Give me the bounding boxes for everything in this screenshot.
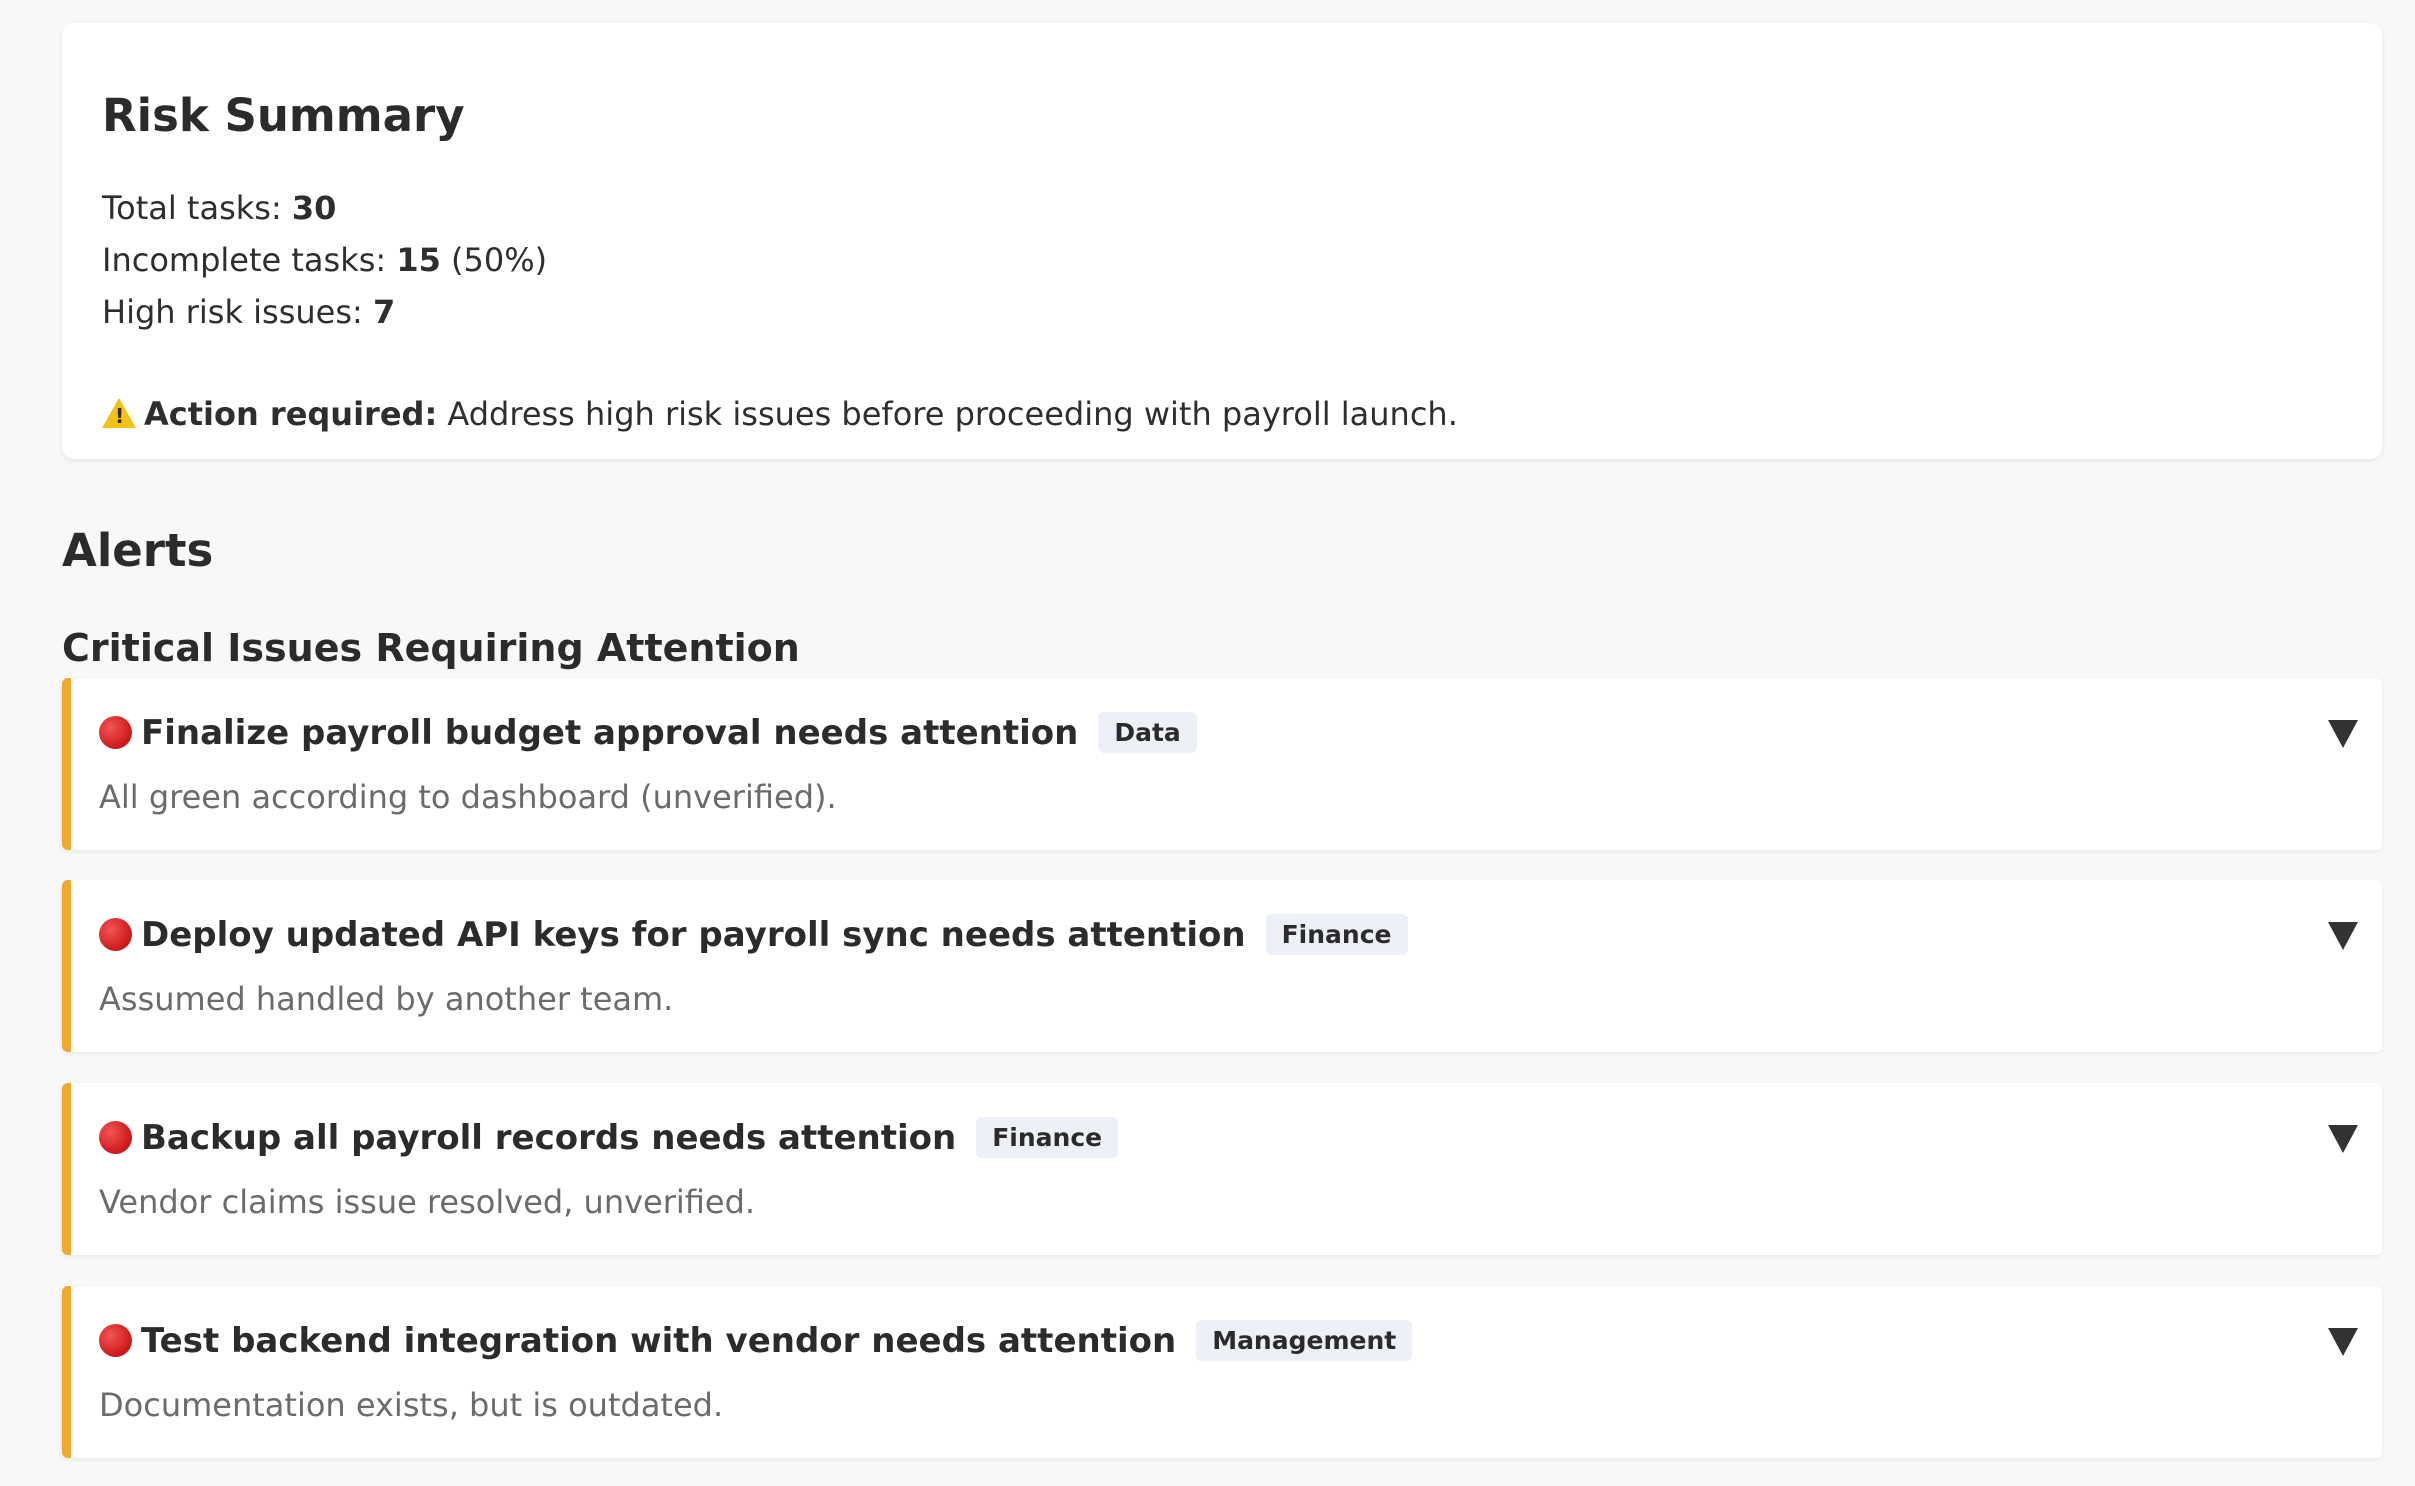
chevron-down-icon[interactable] xyxy=(2328,1125,2358,1153)
alert-header: Backup all payroll records needs attenti… xyxy=(99,1117,1119,1158)
alert-tag-badge: Finance xyxy=(1265,914,1408,955)
red-circle-icon xyxy=(99,1121,132,1154)
alert-card[interactable]: Backup all payroll records needs attenti… xyxy=(62,1083,2382,1255)
chevron-down-icon[interactable] xyxy=(2328,1328,2358,1356)
risk-summary-title: Risk Summary xyxy=(102,89,465,142)
page: Risk Summary Total tasks: 30 Incomplete … xyxy=(0,0,2415,1486)
total-tasks-value: 30 xyxy=(291,189,337,227)
alert-tag-badge: Management xyxy=(1196,1320,1413,1361)
high-risk-label: High risk issues: xyxy=(102,293,373,331)
alert-card[interactable]: Test backend integration with vendor nee… xyxy=(62,1286,2382,1458)
chevron-down-icon[interactable] xyxy=(2328,720,2358,748)
alert-description: All green according to dashboard (unveri… xyxy=(99,778,837,816)
incomplete-tasks-label: Incomplete tasks: xyxy=(102,241,397,279)
total-tasks-label: Total tasks: xyxy=(102,189,292,227)
alert-header: Finalize payroll budget approval needs a… xyxy=(99,712,1197,753)
action-required-label: Action required: xyxy=(144,395,438,433)
chevron-down-icon[interactable] xyxy=(2328,922,2358,950)
risk-summary-card: Risk Summary Total tasks: 30 Incomplete … xyxy=(62,23,2382,459)
incomplete-tasks-value: 15 xyxy=(396,241,441,279)
alert-title: Finalize payroll budget approval needs a… xyxy=(141,712,1079,753)
red-circle-icon xyxy=(99,716,132,749)
alert-tag-badge: Data xyxy=(1098,712,1197,753)
alert-card[interactable]: Deploy updated API keys for payroll sync… xyxy=(62,880,2382,1052)
high-risk-value: 7 xyxy=(372,293,396,331)
alert-card[interactable]: Finalize payroll budget approval needs a… xyxy=(62,678,2382,850)
alert-header: Deploy updated API keys for payroll sync… xyxy=(99,914,1408,955)
action-required-notice: Action required: Address high risk issue… xyxy=(102,395,1458,433)
alert-title: Deploy updated API keys for payroll sync… xyxy=(141,914,1246,955)
alert-tag-badge: Finance xyxy=(976,1117,1119,1158)
alert-title: Backup all payroll records needs attenti… xyxy=(141,1117,957,1158)
alert-title: Test backend integration with vendor nee… xyxy=(141,1320,1177,1361)
total-tasks-stat: Total tasks: 30 xyxy=(102,189,336,227)
alert-header: Test backend integration with vendor nee… xyxy=(99,1320,1413,1361)
critical-issues-heading: Critical Issues Requiring Attention xyxy=(62,626,800,670)
high-risk-stat: High risk issues: 7 xyxy=(102,293,395,331)
warning-icon xyxy=(102,398,136,428)
action-required-text: Address high risk issues before proceedi… xyxy=(437,395,1458,433)
alert-description: Documentation exists, but is outdated. xyxy=(99,1386,724,1424)
alert-description: Vendor claims issue resolved, unverified… xyxy=(99,1183,756,1221)
red-circle-icon xyxy=(99,918,132,951)
alert-description: Assumed handled by another team. xyxy=(99,980,674,1018)
red-circle-icon xyxy=(99,1324,132,1357)
incomplete-tasks-stat: Incomplete tasks: 15 (50%) xyxy=(102,241,547,279)
incomplete-tasks-percent: (50%) xyxy=(440,241,548,279)
alerts-heading: Alerts xyxy=(62,524,214,577)
